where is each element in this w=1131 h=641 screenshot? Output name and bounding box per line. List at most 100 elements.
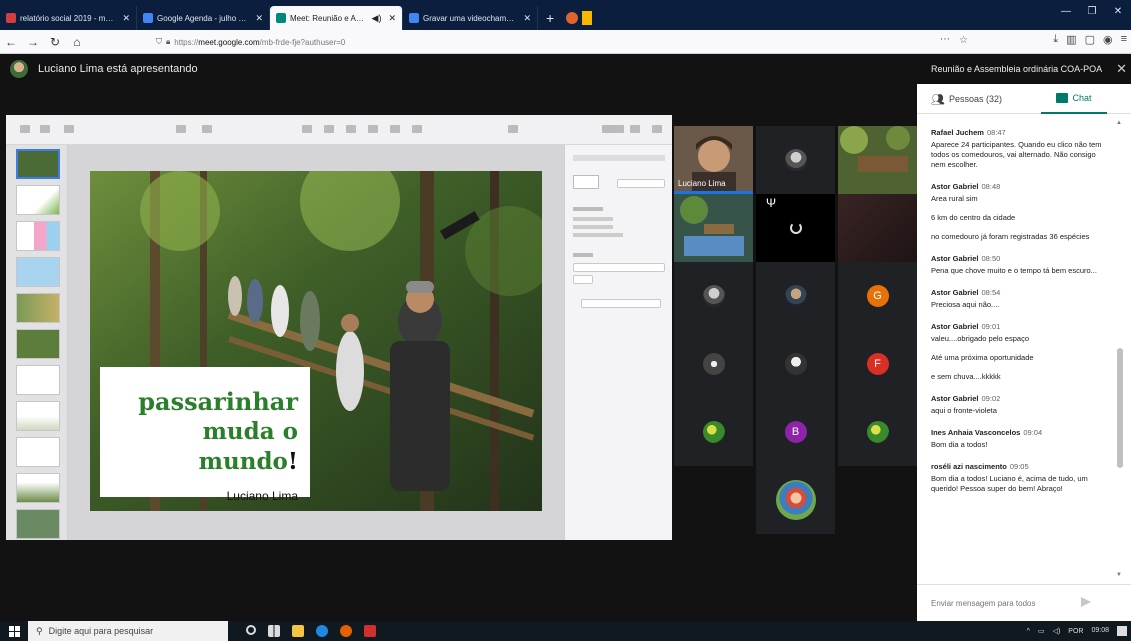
chat-time: 08:48 [981,182,1001,191]
scroll-down-icon[interactable]: ▼ [1116,572,1122,578]
chat-message: Ines Anhaia Vasconcelos 09:04 Bom dia a to… [931,428,1111,450]
chat-message: Astor Gabriel 09:02 aqui o fronte-violeta [931,394,1111,416]
participant-video [838,126,917,194]
presenter-banner: Luciano Lima está apresentando [0,54,917,84]
tab-people[interactable]: 👥︎ Pessoas (32) [931,84,1002,114]
firefox-icon[interactable] [340,625,352,637]
cortana-icon[interactable] [246,625,256,635]
participant-tile[interactable] [674,330,753,398]
participant-tile[interactable] [838,126,917,194]
inspector-select [573,263,665,272]
chat-message-header: Astor Gabriel 09:01 [931,322,1111,331]
collaborate-icon [508,125,518,133]
chat-text: no comedouro já foram registradas 36 esp… [931,232,1090,241]
reader-icon[interactable]: ▢ [1085,33,1095,46]
restore-icon[interactable]: ❐ [1079,0,1105,24]
people-icon: 👥︎ [931,93,945,106]
participant-video [838,194,917,262]
help-favicon-icon [409,13,419,23]
skype-icon[interactable] [316,625,328,637]
more-actions-icon[interactable]: ⋯ [940,34,950,45]
bookmark-star-icon[interactable]: ☆ [959,35,968,46]
participant-tile-presenter[interactable]: Luciano Lima [674,126,753,194]
toolbar-icon [40,125,50,133]
account-icon[interactable]: ◉ [1103,33,1113,46]
audio-playing-icon[interactable]: ◀) [372,13,382,24]
taskbar-search[interactable]: ⚲ Digite aqui para pesquisar [28,621,228,641]
new-tab-button[interactable]: + [538,10,562,30]
scroll-up-icon[interactable]: ▲ [1116,120,1122,126]
chat-message-header: roséli azi nascimento 09:05 [931,462,1111,471]
participant-tile[interactable] [756,262,835,330]
file-explorer-icon[interactable] [292,625,304,637]
shield-icon[interactable]: ⛉ [156,37,162,47]
close-tab-icon[interactable]: ✕ [122,13,130,24]
inspector-label [573,253,593,257]
minimize-icon[interactable]: — [1053,0,1079,24]
participant-tile[interactable] [838,194,917,262]
windows-logo-icon [8,625,20,637]
start-button[interactable] [0,621,28,641]
browser-tab-active[interactable]: Meet: Reunião e Assembleia ◀) ✕ [270,6,403,30]
close-panel-icon[interactable]: ✕ [1116,61,1127,77]
text-icon [346,125,356,133]
library-icon[interactable]: ▥ [1066,33,1076,46]
lock-icon[interactable]: 🔒︎ [166,37,170,47]
clock[interactable]: 09:08 [1091,627,1109,635]
tab-chat[interactable]: Chat [1041,84,1107,114]
slide-thumbnail [16,221,60,251]
participant-tile[interactable]: G [838,262,917,330]
forward-icon[interactable]: → [22,35,44,49]
participant-tile[interactable]: B [756,398,835,466]
volume-icon[interactable]: ◁) [1053,627,1061,635]
chat-author: Astor Gabriel [931,394,979,403]
bookmark-extension-icon[interactable] [582,11,593,25]
close-tab-icon[interactable]: ✕ [388,13,396,24]
toolbar-icon [202,125,212,133]
keynote-toolbar [6,115,672,145]
close-window-icon[interactable]: ✕ [1105,0,1131,24]
back-icon[interactable]: ← [0,35,22,49]
inspector-button [617,179,665,188]
network-icon[interactable]: ▭ [1038,627,1045,635]
participant-tile[interactable] [756,126,835,194]
chat-author: roséli azi nascimento [931,462,1007,471]
chart-icon [324,125,334,133]
reload-icon[interactable]: ↻ [44,35,66,49]
participant-tile[interactable]: F [838,330,917,398]
scrollbar-thumb[interactable] [1117,348,1123,468]
participant-tile[interactable] [838,398,917,466]
notifications-icon[interactable] [1117,626,1127,636]
chat-text: aqui o fronte-violeta [931,406,997,415]
slide-title-exclamation: ! [287,448,298,475]
meeting-title-bar: Reunião e Assembleia ordinária COA-POA ✕ [917,54,1131,84]
chat-text: valeu....obrigado pelo espaço [931,334,1029,343]
home-icon[interactable]: ⌂ [66,35,88,49]
participant-tile[interactable] [756,466,835,534]
close-tab-icon[interactable]: ✕ [523,13,531,24]
participant-tile[interactable] [674,398,753,466]
menu-icon[interactable]: ≡ [1121,33,1127,46]
close-tab-icon[interactable]: ✕ [255,13,263,24]
input-language[interactable]: POR [1068,628,1083,635]
participant-tile[interactable] [756,330,835,398]
downloads-icon[interactable]: ⤓ [1053,33,1058,46]
tray-chevron-icon[interactable]: ^ [1027,628,1030,635]
participant-tile[interactable] [674,194,753,262]
address-bar[interactable]: ⛉ 🔒︎ https:// meet.google.com /mb-frde-f… [150,33,980,51]
chat-scrollbar[interactable]: ▲ ▼ [1116,120,1123,580]
participant-avatar [702,285,725,307]
search-icon: ⚲ [36,625,43,636]
participant-tile[interactable]: Ψ [756,194,835,262]
firefox-extension-icon[interactable] [566,12,579,24]
browser-tab[interactable]: relatório social 2019 - mdcosta ✕ [0,6,137,30]
task-view-icon[interactable] [268,625,280,637]
browser-tab[interactable]: Google Agenda - julho de 2020 ✕ [137,6,270,30]
send-icon[interactable] [1081,597,1091,607]
browser-tab[interactable]: Gravar uma videochamada - Ajuda ✕ [403,6,538,30]
participant-tile[interactable] [674,262,753,330]
layout-preview [573,175,599,189]
chat-input[interactable] [931,598,1081,608]
spreadsheet-favicon-icon [6,13,16,23]
acrobat-icon[interactable] [364,625,376,637]
